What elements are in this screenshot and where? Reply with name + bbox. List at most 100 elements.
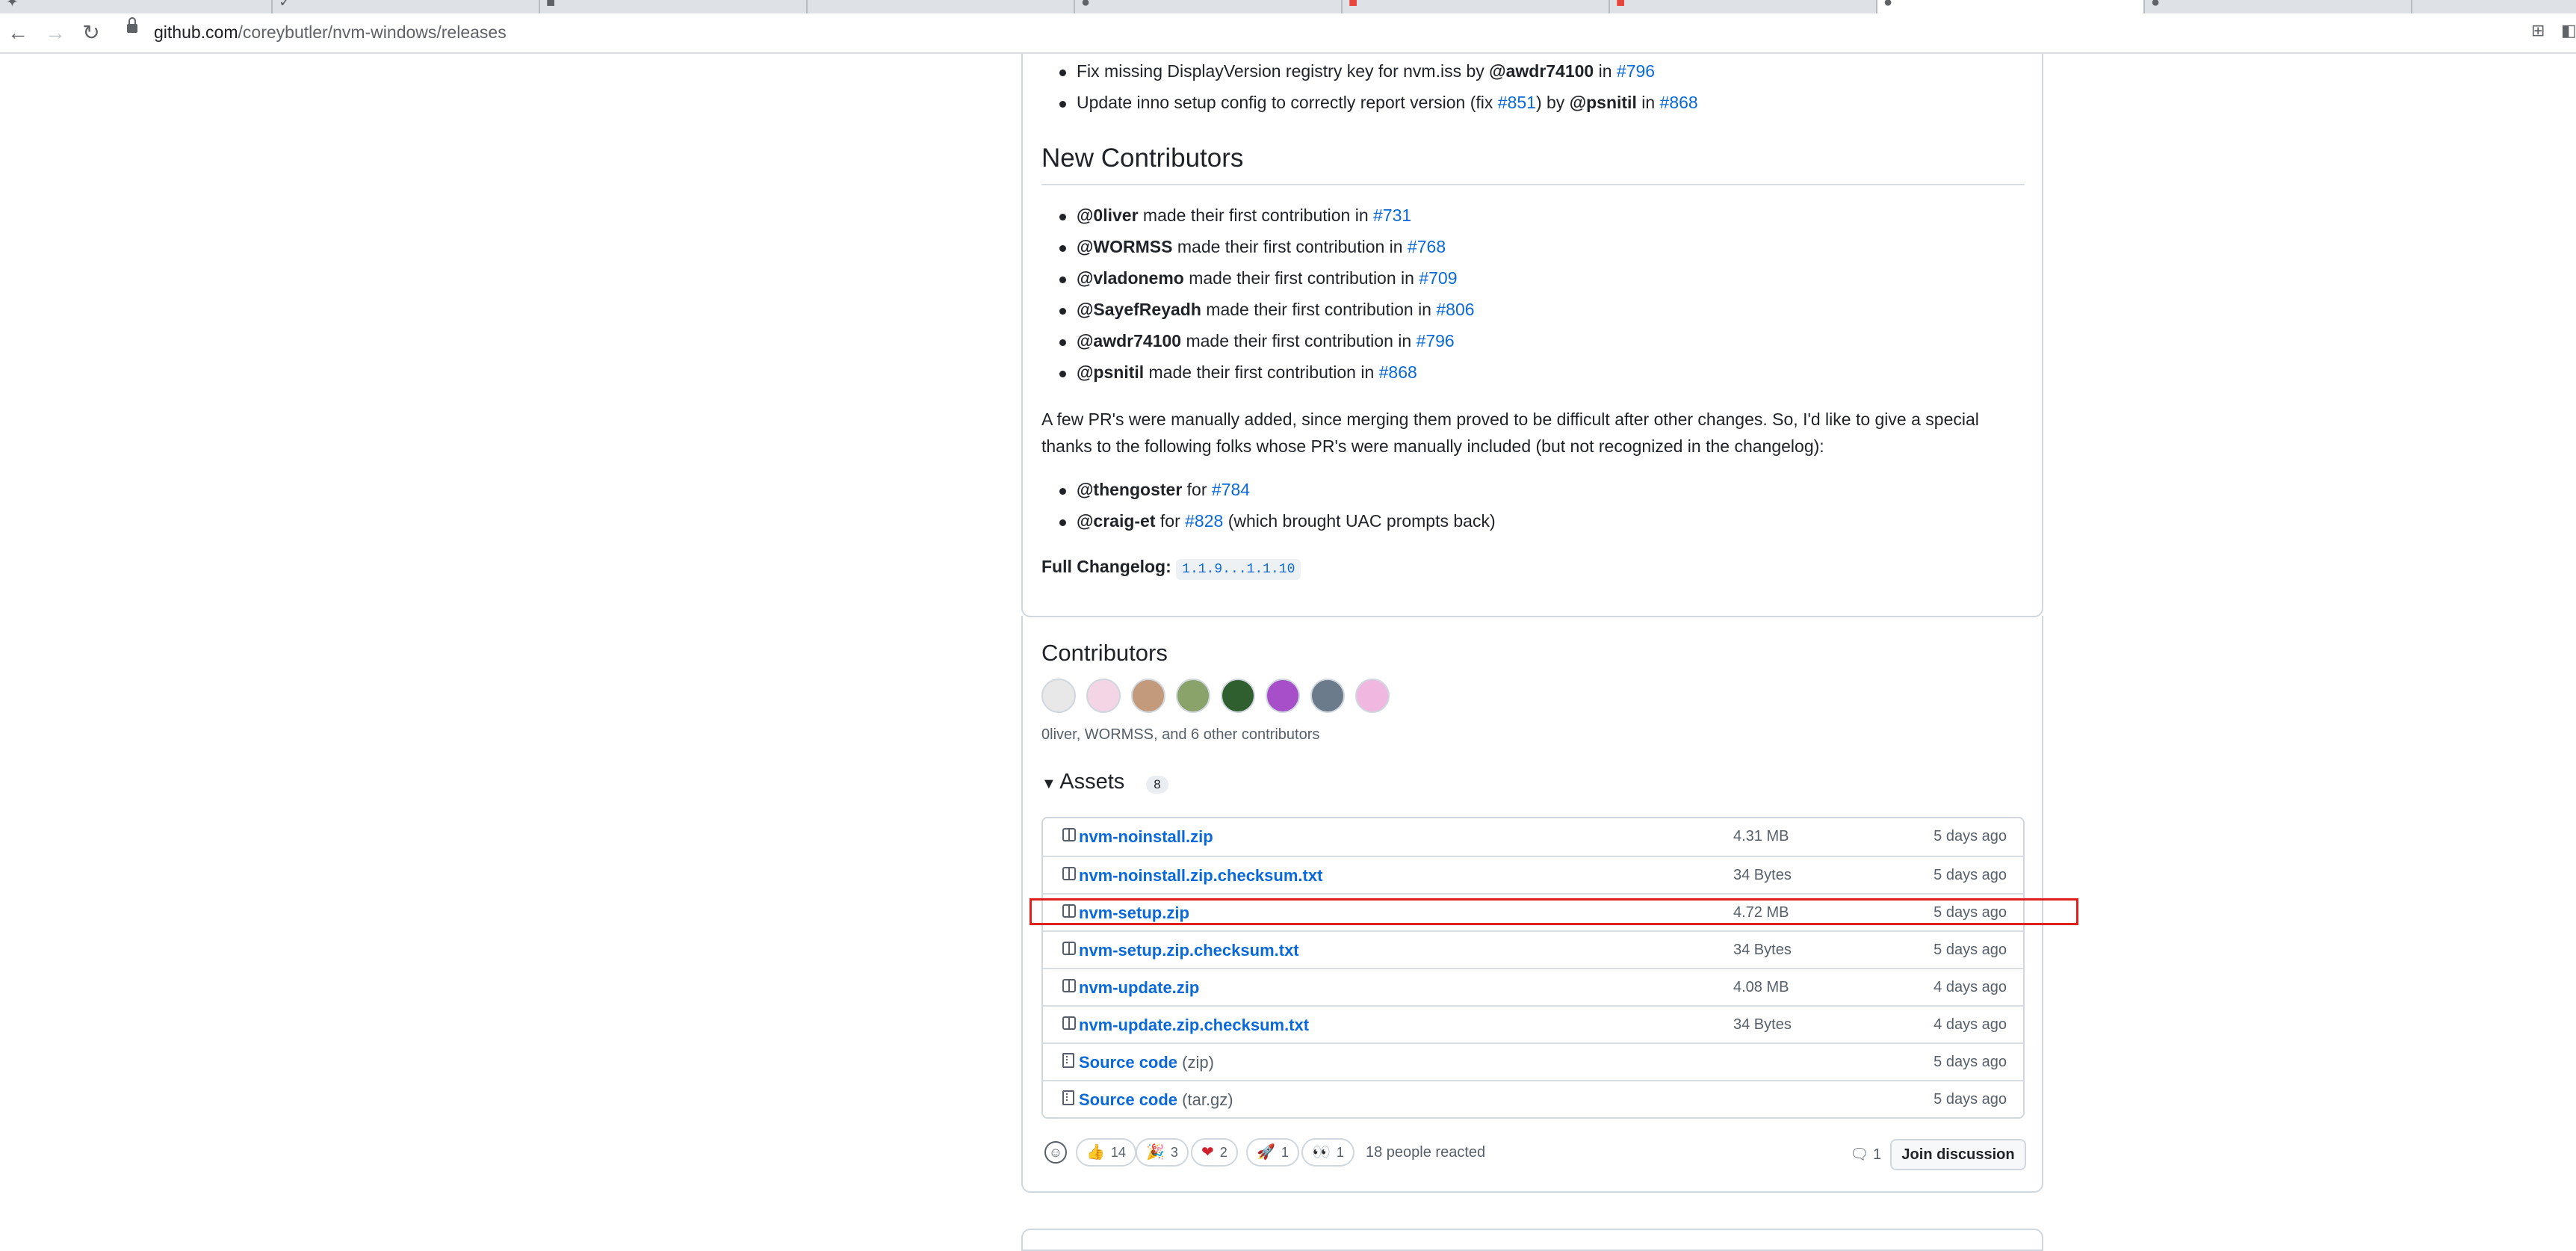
asset-row: nvm-update.zip.checksum.txt 34 Bytes 4 d…	[1043, 1005, 2023, 1042]
avatar[interactable]	[1041, 679, 1076, 713]
tab-favicon-icon: ■	[1349, 0, 1358, 10]
asset-download-link[interactable]: nvm-noinstall.zip.checksum.txt	[1079, 866, 1322, 886]
reaction-heart[interactable]: ❤ 2	[1191, 1138, 1238, 1167]
bullet	[1059, 308, 1066, 315]
compare-link[interactable]: 1.1.9...1.1.10	[1176, 559, 1301, 580]
list-item-text: for	[1155, 511, 1186, 531]
user-mention-link[interactable]: @SayefReyadh	[1077, 300, 1201, 319]
forward-arrow-icon[interactable]: →	[42, 19, 69, 46]
list-item: @awdr74100 made their first contribution…	[1077, 331, 1455, 351]
user-mention-link[interactable]: @vladonemo	[1077, 268, 1184, 288]
asset-row: Source code (tar.gz) 5 days ago	[1043, 1080, 2023, 1117]
reaction-rocket[interactable]: 🚀 1	[1246, 1138, 1299, 1167]
browser-tab[interactable]	[808, 0, 1075, 13]
full-changelog-label: Full Changelog:	[1041, 557, 1171, 576]
browser-tab[interactable]: ■	[1610, 0, 1877, 13]
asset-download-link[interactable]: nvm-setup.zip.checksum.txt	[1079, 941, 1299, 960]
user-mention-link[interactable]: @awdr74100	[1077, 331, 1181, 350]
user-mention-link[interactable]: @awdr74100	[1489, 61, 1594, 81]
avatar[interactable]	[1355, 679, 1390, 713]
browser-tab[interactable]: ✦	[0, 0, 273, 13]
browser-tab[interactable]: ■	[540, 0, 808, 13]
file-zip-icon	[1062, 1053, 1074, 1068]
source-code-link[interactable]: Source code (zip)	[1079, 1053, 1214, 1072]
change-text: Fix missing DisplayVersion registry key …	[1077, 61, 1490, 81]
list-item: @thengoster for #784	[1077, 480, 1250, 500]
reaction-count: 1	[1281, 1145, 1289, 1160]
list-item-text: made their first contribution in	[1138, 206, 1374, 225]
pr-link[interactable]: #828	[1185, 511, 1223, 531]
bullet	[1059, 277, 1066, 283]
asset-row: nvm-setup.zip.checksum.txt 34 Bytes 5 da…	[1043, 930, 2023, 968]
translate-icon[interactable]: ⊞	[2531, 21, 2545, 40]
extension-icon[interactable]: ◧	[2561, 21, 2576, 40]
pr-link[interactable]: #868	[1379, 362, 1417, 382]
bullet	[1059, 339, 1066, 346]
browser-tab[interactable]: ■	[1343, 0, 1610, 13]
change-text: in	[1594, 61, 1617, 81]
avatar[interactable]	[1266, 679, 1300, 713]
pr-link[interactable]: #709	[1419, 268, 1457, 288]
reaction-count: 14	[1110, 1145, 1126, 1160]
add-reaction-smiley-icon[interactable]: ☺	[1044, 1141, 1067, 1164]
reaction-eyes[interactable]: 👀 1	[1301, 1138, 1354, 1167]
list-item: @0liver made their first contribution in…	[1077, 206, 1411, 226]
contributors-summary[interactable]: 0liver, WORMSS, and 6 other contributors	[1041, 726, 1319, 744]
tab-favicon-icon: ✦	[6, 0, 19, 10]
paragraph-line: A few PR's were manually added, since me…	[1041, 410, 1979, 429]
asset-format: (zip)	[1177, 1053, 1214, 1072]
source-code-link[interactable]: Source code (tar.gz)	[1079, 1090, 1233, 1110]
pr-link[interactable]: #784	[1212, 480, 1250, 499]
browser-tab[interactable]: ✓	[273, 0, 540, 13]
avatar[interactable]	[1221, 679, 1255, 713]
list-item-text: (which brought UAC prompts back)	[1223, 511, 1496, 531]
asset-download-link[interactable]: nvm-update.zip.checksum.txt	[1079, 1016, 1309, 1035]
pr-link[interactable]: #796	[1617, 61, 1655, 81]
assets-heading: Assets	[1059, 770, 1125, 794]
list-item-text: made their first contribution in	[1201, 300, 1437, 319]
asset-date: 5 days ago	[1933, 867, 2007, 883]
heart-icon: ❤	[1201, 1144, 1214, 1161]
asset-size: 4.31 MB	[1733, 828, 1789, 844]
assets-toggle[interactable]: ▼ Assets 8	[1041, 770, 1168, 794]
bullet	[1059, 371, 1066, 377]
asset-name-text: Source code	[1079, 1090, 1178, 1109]
user-mention-link[interactable]: @psnitil	[1077, 362, 1144, 382]
hooray-icon: 🎉	[1146, 1144, 1165, 1161]
avatar[interactable]	[1086, 679, 1121, 713]
user-mention-link[interactable]: @thengoster	[1077, 480, 1182, 499]
reload-icon[interactable]: ↻	[78, 19, 105, 46]
comments-count[interactable]: 🗨 1	[1850, 1145, 1881, 1164]
pr-link[interactable]: #796	[1417, 331, 1455, 350]
pr-link[interactable]: #851	[1498, 93, 1536, 112]
pr-link[interactable]: #768	[1408, 237, 1446, 256]
bullet	[1059, 488, 1066, 495]
user-mention-link[interactable]: @WORMSS	[1077, 237, 1172, 256]
back-arrow-icon[interactable]: ←	[4, 19, 31, 46]
change-item: Update inno setup config to correctly re…	[1077, 93, 1698, 113]
user-mention-link[interactable]: @0liver	[1077, 206, 1139, 225]
avatar[interactable]	[1131, 679, 1165, 713]
address-bar[interactable]: github.com/coreybutler/nvm-windows/relea…	[114, 17, 2430, 48]
browser-tab-active[interactable]: ●	[1877, 0, 2145, 13]
reaction-hooray[interactable]: 🎉 3	[1136, 1138, 1189, 1167]
asset-download-link[interactable]: nvm-noinstall.zip	[1079, 827, 1213, 847]
tab-favicon-icon: ■	[1616, 0, 1626, 10]
browser-tab[interactable]: ●	[2145, 0, 2412, 13]
avatar[interactable]	[1176, 679, 1210, 713]
pr-link[interactable]: #868	[1660, 93, 1698, 112]
pr-link[interactable]: #806	[1436, 300, 1474, 319]
user-mention-link[interactable]: @craig-et	[1077, 511, 1156, 531]
user-mention-link[interactable]: @psnitil	[1570, 93, 1637, 112]
next-release-card	[1021, 1229, 2043, 1251]
join-discussion-button[interactable]: Join discussion	[1890, 1139, 2026, 1170]
asset-date: 5 days ago	[1933, 942, 2007, 958]
asset-date: 5 days ago	[1933, 1091, 2007, 1108]
pr-link[interactable]: #731	[1373, 206, 1411, 225]
asset-download-link[interactable]: nvm-update.zip	[1079, 978, 1199, 998]
tab-favicon-icon: ✓	[279, 0, 291, 10]
reaction-thumbs-up[interactable]: 👍 14	[1076, 1138, 1136, 1167]
package-icon	[1062, 867, 1076, 880]
browser-tab[interactable]: ●	[1075, 0, 1343, 13]
avatar[interactable]	[1310, 679, 1345, 713]
